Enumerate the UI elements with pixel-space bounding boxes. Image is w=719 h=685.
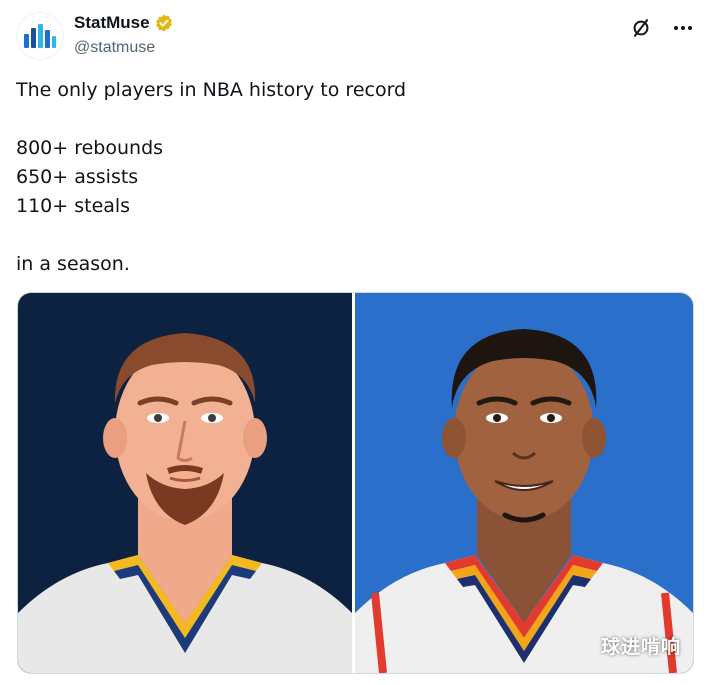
statmuse-logo-icon	[24, 24, 56, 48]
verified-badge-icon[interactable]	[154, 13, 174, 33]
player-illustration-right	[355, 329, 693, 673]
grok-icon	[633, 19, 649, 37]
media-image-left[interactable]	[18, 293, 352, 673]
tweet-line: 800+ rebounds	[16, 137, 164, 159]
more-options-button[interactable]	[671, 16, 695, 40]
tweet-media[interactable]: 球进啃响	[17, 292, 694, 674]
display-name-row: StatMuse	[74, 12, 174, 34]
tweet-line: in a season.	[16, 253, 130, 275]
header-actions	[629, 16, 695, 40]
author-avatar[interactable]	[16, 12, 64, 60]
tweet-line: 650+ assists	[16, 166, 139, 188]
tweet-line: 110+ steals	[16, 195, 131, 217]
display-name[interactable]: StatMuse	[74, 12, 150, 34]
tweet-spacer	[16, 105, 696, 134]
player-illustration-left	[18, 333, 352, 673]
tweet-spacer	[16, 221, 696, 250]
media-image-right[interactable]	[355, 293, 693, 673]
author-names: StatMuse @statmuse	[74, 12, 174, 60]
tweet-card: StatMuse @statmuse The only players in N…	[0, 0, 719, 685]
tweet-text: The only players in NBA history to recor…	[16, 76, 696, 279]
watermark-text: 球进啃响	[600, 636, 681, 658]
author-handle[interactable]: @statmuse	[74, 36, 174, 60]
tweet-line: The only players in NBA history to recor…	[16, 79, 407, 101]
grok-button[interactable]	[629, 16, 653, 40]
more-options-icon	[674, 26, 692, 30]
